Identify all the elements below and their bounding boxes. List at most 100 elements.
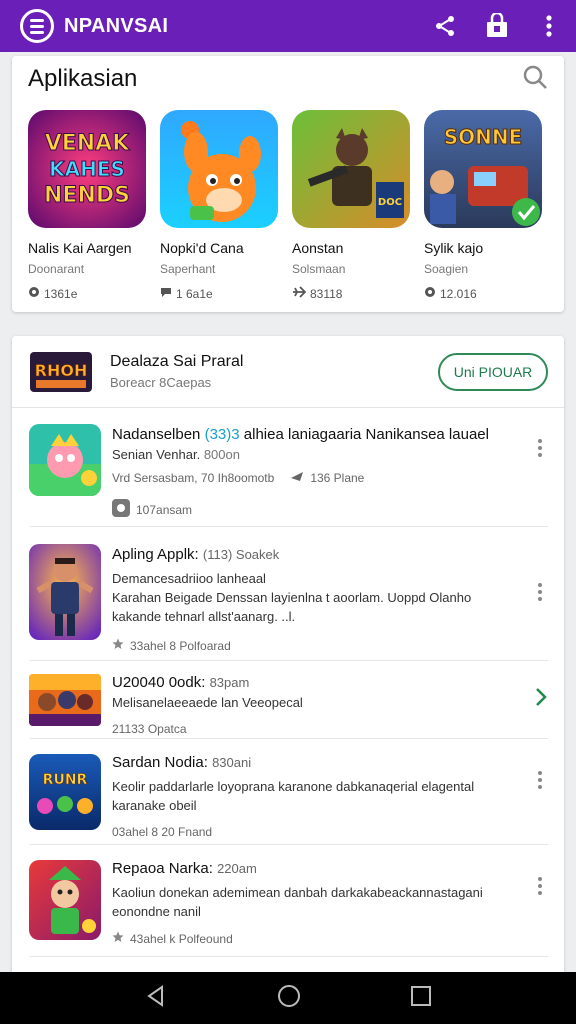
app-name: Nalis Kai Aargen: [28, 240, 132, 256]
title-text: Nadanselben: [112, 426, 201, 443]
title-dim: 220am: [217, 861, 257, 876]
home-icon[interactable]: [276, 983, 302, 1014]
list-item-title: Apling Applk: (113) Soakek: [112, 546, 516, 563]
svg-text:NENDS: NENDS: [44, 183, 130, 208]
divider: [30, 738, 548, 739]
app-tile[interactable]: Nopki'd Cana Saperhant 1 6a1e: [160, 110, 278, 301]
list-item[interactable]: Nadanselben (33)3 alhiea laniagaaria Nan…: [12, 422, 564, 526]
game-icon: [160, 110, 278, 228]
list-item-title: Nadanselben (33)3 alhiea laniagaaria Nan…: [112, 426, 516, 443]
list-item-text: U20040 0odk: 83pam Melisanelaeeaede lan …: [112, 674, 516, 736]
game-icon: DOC: [292, 110, 410, 228]
list-item[interactable]: Apling Applk: (113) Soakek Demancesadrii…: [12, 542, 564, 660]
list-item-line: Senian Venhar. 800on: [112, 447, 516, 462]
card-header: Aplikasian: [12, 56, 564, 96]
system-nav-bar: [0, 972, 576, 1024]
list-item[interactable]: RUNR Sardan Nodia: 830ani Keolir paddarl…: [12, 750, 564, 844]
title-dim: 83pam: [209, 675, 250, 690]
more-vert-icon[interactable]: [530, 580, 550, 604]
recents-icon[interactable]: [410, 985, 432, 1012]
icon-text: SONNE: [444, 125, 523, 149]
app-category: Saperhant: [160, 262, 216, 276]
title-text: Apling Applk:: [112, 546, 199, 563]
list-item-meta: 107ansam: [112, 499, 516, 520]
storage-icon: [424, 286, 436, 301]
more-vert-icon[interactable]: [530, 768, 550, 792]
list-item-text: Nadanselben (33)3 alhiea laniagaaria Nan…: [112, 426, 516, 520]
game-icon: SONNE: [424, 110, 542, 228]
meta-text: 33ahel 8 Polfoarad: [130, 638, 231, 653]
app-stat: 83118: [292, 286, 410, 301]
title-rest: alhiea laniagaaria Nanikansea lauael: [243, 426, 489, 443]
app-category: Soagien: [424, 262, 469, 276]
list-item-meta: 33ahel 8 Polfoarad: [112, 638, 516, 653]
meta-text: 107ansam: [136, 502, 193, 517]
install-button[interactable]: Uni PIOUAR: [438, 352, 548, 391]
list-item[interactable]: U20040 0odk: 83pam Melisanelaeeaede lan …: [12, 670, 564, 738]
app-icon: [29, 860, 101, 940]
app-name: Aonstan: [292, 240, 344, 256]
plane-icon: [292, 286, 307, 301]
list-item-text: Apling Applk: (113) Soakek Demancesadrii…: [112, 546, 516, 653]
apps-row: VENAK KAHES NENDS Nalis Kai Aargen Doona…: [12, 96, 564, 301]
meta-text: 43ahel k Polfeound: [130, 931, 233, 946]
app-bar-actions: [432, 13, 562, 39]
app-icon: [29, 544, 101, 640]
chevron-right-icon[interactable]: [534, 686, 548, 713]
app-stat-value: 83118: [310, 286, 343, 301]
share-icon[interactable]: [432, 13, 458, 39]
search-icon[interactable]: [522, 64, 548, 95]
list-item-line: karanake obeil: [112, 798, 197, 813]
more-vert-icon[interactable]: [530, 874, 550, 898]
app-stat-value: 1361e: [44, 286, 78, 301]
storage-icon: [28, 286, 40, 301]
featured-app[interactable]: RHOH Dealaza Sai Praral Boreacr 8Caepas …: [12, 336, 564, 408]
app-stat: 12.016: [424, 286, 542, 301]
app-tile[interactable]: DOC Aonstan Solsmaan 83118: [292, 110, 410, 301]
line-dim: 800on: [203, 447, 240, 462]
menu-icon[interactable]: [20, 9, 54, 43]
back-icon[interactable]: [144, 984, 168, 1013]
store-icon[interactable]: [484, 13, 510, 39]
game-icon: VENAK KAHES NENDS: [28, 110, 146, 228]
list-item-title: Repaoa Narka: 220am: [112, 860, 516, 877]
list-item-meta: 21133 Opatca: [112, 722, 187, 736]
title-text: Repaoa Narka:: [112, 860, 213, 877]
app-category: Doonarant: [28, 262, 85, 276]
list-item-line: eonondne nanil: [112, 904, 201, 919]
app-name: Nopki'd Cana: [160, 240, 244, 256]
app-bar: NPANVSAI: [0, 0, 576, 52]
star-icon: [112, 638, 124, 653]
app-tile[interactable]: VENAK KAHES NENDS Nalis Kai Aargen Doona…: [28, 110, 146, 301]
icon-text: RHOH: [35, 361, 88, 380]
app-tile[interactable]: SONNE Sylik kajo Soagien 12.016: [424, 110, 542, 301]
list-item-meta: 43ahel k Polfeound: [112, 931, 516, 946]
list-item[interactable]: Repaoa Narka: 220am Kaoliun donekan adem…: [12, 856, 564, 956]
meta-text: Vrd Sersasbam, 70 Ih8oomotb: [112, 470, 275, 485]
more-vert-icon[interactable]: [530, 436, 550, 460]
app-stat-value: 1 6a1e: [176, 286, 213, 301]
list-item-title: U20040 0odk: 83pam: [112, 674, 516, 691]
plane-icon: [290, 470, 304, 485]
divider: [30, 844, 548, 845]
chat-icon: [160, 286, 172, 301]
divider: [30, 660, 548, 661]
list-item-line: kakande tehnarl allst'aanarg. ..l.: [112, 609, 296, 624]
featured-app-text: Dealaza Sai Praral Boreacr 8Caepas: [110, 353, 243, 390]
app-name: Sylik kajo: [424, 240, 484, 256]
more-vert-icon[interactable]: [536, 13, 562, 39]
icon-text: DOC: [378, 197, 402, 208]
list-item-meta: 03ahel 8 20 Fnand: [112, 825, 213, 839]
app-list-card: RHOH Dealaza Sai Praral Boreacr 8Caepas …: [12, 336, 564, 976]
list-item-line: Demancesadriioo lanheaal: [112, 571, 266, 586]
title-text: Sardan Nodia:: [112, 754, 208, 771]
app-stat: 1361e: [28, 286, 146, 301]
section-title: Aplikasian: [28, 65, 138, 92]
title-highlight: (33)3: [204, 426, 240, 443]
divider: [30, 526, 548, 527]
list-item-line: Melisanelaeeaede lan Veeopecal: [112, 695, 303, 710]
divider: [30, 956, 548, 957]
list-item-line: Karahan Beigade Denssan layienlna t aoor…: [112, 590, 472, 605]
meta-text: 136 Plane: [310, 470, 365, 485]
svg-text:RUNR: RUNR: [43, 772, 88, 788]
